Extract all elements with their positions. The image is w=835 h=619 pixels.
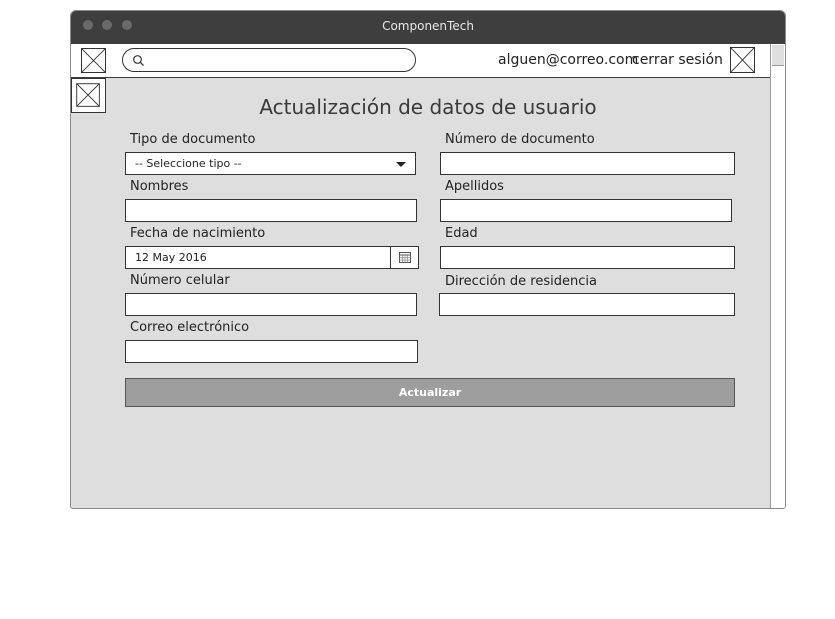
window-title: ComponenTech [382, 19, 474, 33]
mobile-input[interactable] [125, 293, 417, 316]
logo-image-placeholder[interactable] [81, 48, 106, 73]
birth-date-label: Fecha de nacimiento [130, 226, 266, 241]
age-label: Edad [445, 226, 478, 241]
last-names-label: Apellidos [445, 179, 504, 194]
document-type-select[interactable]: -- Seleccione tipo -- [125, 152, 416, 175]
chevron-down-icon [396, 162, 406, 167]
mobile-label: Número celular [130, 273, 230, 288]
birth-date-picker[interactable]: 12 May 2016 [125, 246, 419, 269]
first-names-input[interactable] [125, 199, 417, 222]
address-input[interactable] [439, 293, 735, 316]
document-type-value: -- Seleccione tipo -- [135, 157, 242, 170]
document-number-input[interactable] [440, 152, 735, 175]
search-icon [133, 55, 144, 66]
document-type-label: Tipo de documento [130, 132, 256, 147]
title-bar: ComponenTech [71, 11, 785, 44]
last-names-input[interactable] [440, 199, 732, 222]
document-number-label: Número de documento [445, 132, 595, 147]
birth-date-value: 12 May 2016 [135, 251, 207, 264]
scrollbar-thumb[interactable] [772, 45, 784, 66]
email-input[interactable] [125, 340, 418, 363]
age-input[interactable] [440, 246, 735, 269]
logout-link[interactable]: cerrar sesión [632, 44, 723, 77]
calendar-icon [399, 252, 411, 263]
app-window: ComponenTech alguen@correo.com cerrar se… [70, 10, 786, 509]
first-names-label: Nombres [130, 179, 189, 194]
top-navbar: alguen@correo.com cerrar sesión [71, 44, 770, 78]
address-label: Dirección de residencia [445, 274, 597, 289]
email-label: Correo electrónico [130, 320, 250, 335]
page-title: Actualización de datos de usuario [259, 95, 597, 119]
update-button[interactable]: Actualizar [125, 378, 735, 407]
user-email-link[interactable]: alguen@correo.com [498, 44, 638, 77]
avatar-image-placeholder[interactable] [730, 47, 755, 73]
calendar-button[interactable] [390, 247, 418, 268]
search-input[interactable] [122, 48, 416, 72]
